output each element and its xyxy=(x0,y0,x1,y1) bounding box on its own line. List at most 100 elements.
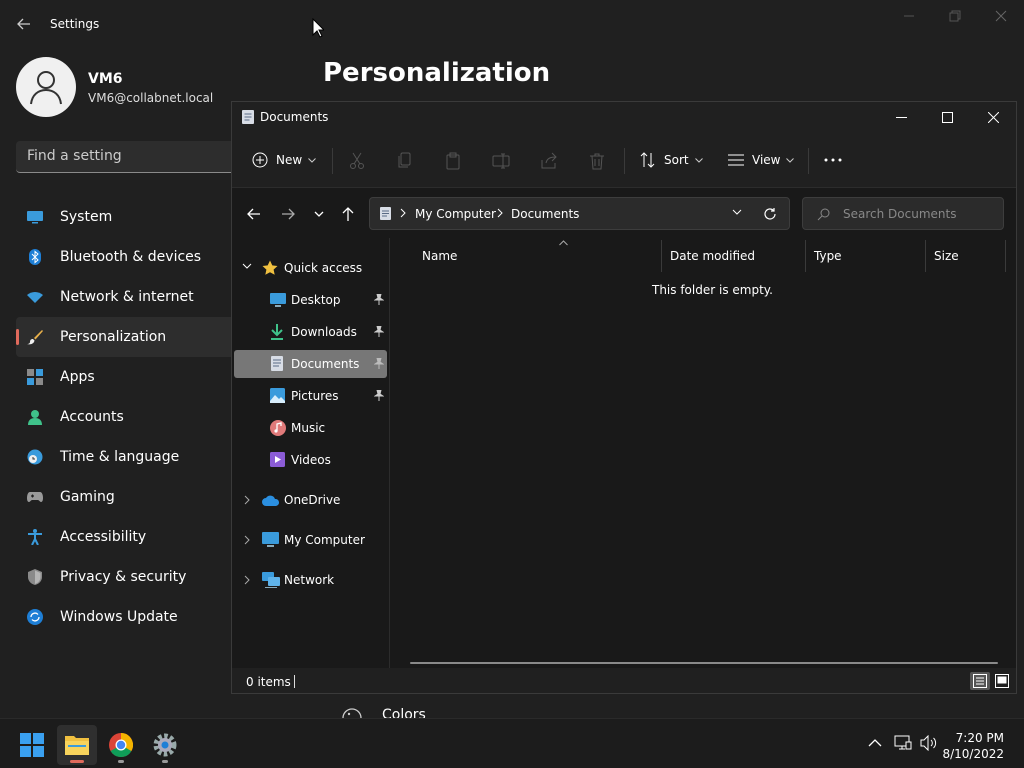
clock-date: 8/10/2022 xyxy=(942,747,1004,761)
start-button[interactable] xyxy=(12,725,52,765)
cut-icon[interactable] xyxy=(348,152,366,170)
explorer-close-button[interactable] xyxy=(970,102,1016,132)
sort-button[interactable]: Sort xyxy=(640,146,703,174)
explorer-titlebar: Documents xyxy=(232,102,1016,132)
plus-circle-icon xyxy=(252,152,268,168)
forward-arrow-icon[interactable] xyxy=(278,204,298,224)
view-button[interactable]: View xyxy=(728,146,795,174)
document-icon xyxy=(380,207,391,220)
download-icon xyxy=(271,324,283,340)
music-icon xyxy=(270,420,286,436)
taskbar-file-explorer[interactable] xyxy=(57,725,97,765)
network-tray-icon[interactable] xyxy=(894,735,912,751)
settings-titlebar: Settings xyxy=(0,0,1024,48)
address-bar[interactable]: My Computer Documents xyxy=(369,197,790,230)
minimize-icon xyxy=(904,15,914,17)
delete-icon[interactable] xyxy=(588,152,606,170)
avatar[interactable] xyxy=(16,57,76,117)
empty-folder-message: This folder is empty. xyxy=(652,283,773,297)
show-hidden-icons-chevron-up-icon[interactable] xyxy=(868,739,882,747)
column-header-name[interactable]: Name xyxy=(414,240,662,272)
new-button-label: New xyxy=(276,153,303,167)
tree-item-network[interactable]: Network xyxy=(234,566,387,594)
tiles-view-button[interactable] xyxy=(992,672,1012,690)
wifi-icon xyxy=(27,292,43,303)
chevron-right-icon[interactable] xyxy=(244,535,250,545)
tree-item-onedrive[interactable]: OneDrive xyxy=(234,486,387,514)
sidebar-item-label: Bluetooth & devices xyxy=(60,249,202,265)
tree-item-label: My Computer xyxy=(284,533,365,547)
share-icon[interactable] xyxy=(540,152,558,170)
chevron-right-icon[interactable] xyxy=(244,575,250,585)
pin-icon[interactable] xyxy=(374,294,384,305)
pin-icon[interactable] xyxy=(374,326,384,337)
rename-icon[interactable] xyxy=(492,152,510,170)
sidebar-item-label: Privacy & security xyxy=(60,569,187,585)
star-icon xyxy=(262,260,278,275)
chevron-down-icon[interactable] xyxy=(242,263,252,269)
up-arrow-icon[interactable] xyxy=(338,204,358,224)
explorer-title: Documents xyxy=(260,110,329,124)
chevron-right-icon[interactable] xyxy=(244,495,250,505)
status-bar: 0 items xyxy=(232,668,1016,693)
taskbar-chrome[interactable] xyxy=(101,725,141,765)
apps-icon xyxy=(27,369,43,385)
column-header-date-modified[interactable]: Date modified xyxy=(662,240,806,272)
sidebar-item-label: Time & language xyxy=(60,449,180,465)
tree-item-downloads[interactable]: Downloads xyxy=(234,318,387,346)
column-header-type[interactable]: Type xyxy=(806,240,926,272)
tree-item-quick-access[interactable]: Quick access xyxy=(234,254,387,282)
explorer-maximize-button[interactable] xyxy=(924,102,970,132)
update-icon xyxy=(27,609,43,625)
minimize-icon xyxy=(896,117,907,118)
settings-close-button[interactable] xyxy=(978,6,1024,28)
column-header-size[interactable]: Size xyxy=(926,240,1006,272)
volume-icon[interactable] xyxy=(920,735,938,751)
tree-item-pictures[interactable]: Pictures xyxy=(234,382,387,410)
tree-item-music[interactable]: Music xyxy=(234,414,387,442)
new-button[interactable]: New xyxy=(252,146,317,174)
horizontal-scrollbar[interactable] xyxy=(410,662,998,664)
toolbar-divider xyxy=(624,148,625,174)
paste-icon[interactable] xyxy=(444,152,462,170)
settings-restore-button[interactable] xyxy=(932,6,978,28)
chevron-down-icon xyxy=(786,157,795,163)
close-icon xyxy=(988,112,999,123)
details-view-button[interactable] xyxy=(970,672,990,690)
tree-item-my-computer[interactable]: My Computer xyxy=(234,526,387,554)
file-explorer-window: Documents New Sort View My Computer Docu… xyxy=(231,101,1017,694)
taskbar-clock[interactable]: 7:20 PM 8/10/2022 xyxy=(942,730,1004,762)
sort-icon xyxy=(640,152,655,168)
restore-icon xyxy=(949,10,961,22)
tree-item-label: OneDrive xyxy=(284,493,341,507)
search-placeholder: Search Documents xyxy=(843,207,957,221)
breadcrumb-my-computer[interactable]: My Computer xyxy=(415,207,496,221)
settings-title: Settings xyxy=(50,17,100,31)
tree-item-label: Music xyxy=(291,421,326,435)
explorer-minimize-button[interactable] xyxy=(878,102,924,132)
back-arrow-icon[interactable] xyxy=(244,204,264,224)
tree-item-desktop[interactable]: Desktop xyxy=(234,286,387,314)
recent-locations-chevron-icon[interactable] xyxy=(309,204,329,224)
sidebar-item-label: Apps xyxy=(60,369,95,385)
pictures-icon xyxy=(270,388,285,403)
tree-item-documents[interactable]: Documents xyxy=(234,350,387,378)
clock-globe-icon xyxy=(27,449,43,465)
settings-minimize-button[interactable] xyxy=(886,6,932,28)
pin-icon[interactable] xyxy=(374,358,384,369)
more-options-icon[interactable] xyxy=(824,158,842,162)
search-input[interactable]: Search Documents xyxy=(802,197,1004,230)
chevron-right-icon xyxy=(497,208,503,218)
back-button[interactable] xyxy=(12,12,36,36)
colors-setting-row[interactable]: Colors xyxy=(326,696,1016,723)
column-header-label: Date modified xyxy=(670,249,756,263)
copy-icon[interactable] xyxy=(396,152,414,170)
taskbar-settings[interactable] xyxy=(145,725,185,765)
breadcrumb-documents[interactable]: Documents xyxy=(511,207,579,221)
tree-item-videos[interactable]: Videos xyxy=(234,446,387,474)
pin-icon[interactable] xyxy=(374,390,384,401)
chevron-down-icon[interactable] xyxy=(732,209,742,215)
tree-item-label: Documents xyxy=(291,357,360,371)
refresh-icon[interactable] xyxy=(763,207,777,221)
person-icon xyxy=(30,71,62,105)
